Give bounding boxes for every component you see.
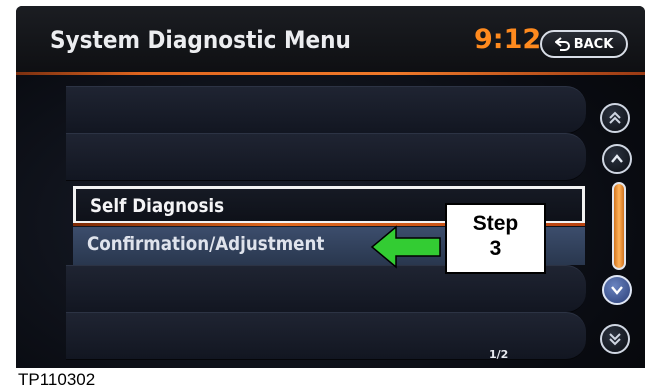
header-divider: [16, 72, 645, 75]
menu-row-empty: [66, 133, 586, 181]
menu-row-empty: [66, 86, 586, 134]
page-up-button[interactable]: [600, 103, 630, 133]
page-up-icon: [609, 111, 621, 124]
step-number: 3: [489, 237, 502, 260]
pointer-arrow-icon: [370, 225, 441, 269]
scroll-down-icon: [611, 286, 623, 295]
clock: 9:12: [474, 24, 542, 55]
figure-frame: System Diagnostic Menu 9:12 BACK Self Di…: [0, 0, 661, 392]
page-down-icon: [609, 333, 621, 346]
scroll-thumb[interactable]: [612, 182, 626, 270]
scroll-down-button[interactable]: [602, 275, 632, 305]
back-button-label: BACK: [573, 36, 614, 52]
step-label: Step: [472, 212, 519, 235]
step-callout: Step 3: [445, 203, 546, 274]
scroll-up-button[interactable]: [602, 144, 632, 174]
screen-title: System Diagnostic Menu: [50, 26, 351, 54]
menu-item-label: Self Diagnosis: [90, 195, 225, 217]
page-down-button[interactable]: [600, 324, 630, 354]
figure-caption: TP110302: [18, 370, 96, 389]
scroll-up-icon: [611, 154, 623, 163]
screen-header: System Diagnostic Menu 9:12 BACK: [16, 6, 645, 74]
nav-screen: System Diagnostic Menu 9:12 BACK Self Di…: [16, 6, 645, 368]
back-arrow-icon: [554, 37, 570, 51]
back-button[interactable]: BACK: [540, 30, 628, 58]
menu-item-label: Confirmation/Adjustment: [87, 233, 325, 255]
page-indicator: 1/2: [489, 348, 509, 361]
